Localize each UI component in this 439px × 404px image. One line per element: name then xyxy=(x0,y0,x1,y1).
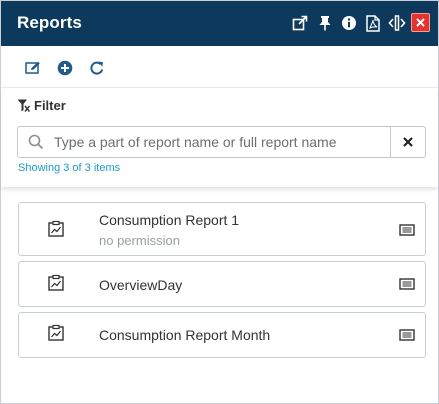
report-details-icon[interactable] xyxy=(399,224,415,236)
report-item[interactable]: OverviewDay xyxy=(18,261,426,307)
report-chart-icon xyxy=(48,324,64,341)
reports-panel: Reports Filter Type a part of report nam… xyxy=(0,0,439,404)
external-link-icon[interactable] xyxy=(291,14,309,32)
report-item[interactable]: Consumption Report Month xyxy=(18,312,426,358)
pin-icon[interactable] xyxy=(316,14,334,32)
search-icon xyxy=(28,134,44,150)
clear-icon xyxy=(403,137,413,147)
add-icon xyxy=(57,60,73,76)
report-details-icon[interactable] xyxy=(399,278,415,290)
panel-header: Reports xyxy=(1,1,438,46)
add-button[interactable] xyxy=(55,58,75,78)
filter-section: Filter Showing 3 of 3 items xyxy=(1,87,438,187)
refresh-icon xyxy=(90,61,104,75)
report-permission-note: no permission xyxy=(99,233,180,248)
clear-search-button[interactable] xyxy=(390,126,426,158)
result-count: Showing 3 of 3 items xyxy=(18,162,121,174)
close-icon xyxy=(416,18,425,27)
search-input[interactable] xyxy=(54,127,384,157)
filter-icon xyxy=(17,99,30,112)
report-chart-icon xyxy=(48,220,64,237)
report-name: Consumption Report 1 xyxy=(99,212,240,228)
edit-icon xyxy=(25,61,40,74)
report-name: OverviewDay xyxy=(99,277,183,293)
resize-icon[interactable] xyxy=(388,14,406,32)
report-chart-icon xyxy=(48,274,64,291)
report-details-icon[interactable] xyxy=(399,329,415,341)
info-icon[interactable] xyxy=(340,14,358,32)
search-box xyxy=(17,126,391,158)
pdf-icon[interactable] xyxy=(364,14,382,32)
panel-title: Reports xyxy=(17,13,82,32)
filter-heading: Filter xyxy=(17,98,66,113)
edit-button[interactable] xyxy=(23,58,43,78)
filter-label: Filter xyxy=(34,98,66,113)
report-name: Consumption Report Month xyxy=(99,327,271,343)
report-item[interactable]: Consumption Report 1 no permission xyxy=(18,202,426,256)
toolbar xyxy=(1,47,438,87)
close-button[interactable] xyxy=(411,13,430,32)
refresh-button[interactable] xyxy=(87,58,107,78)
